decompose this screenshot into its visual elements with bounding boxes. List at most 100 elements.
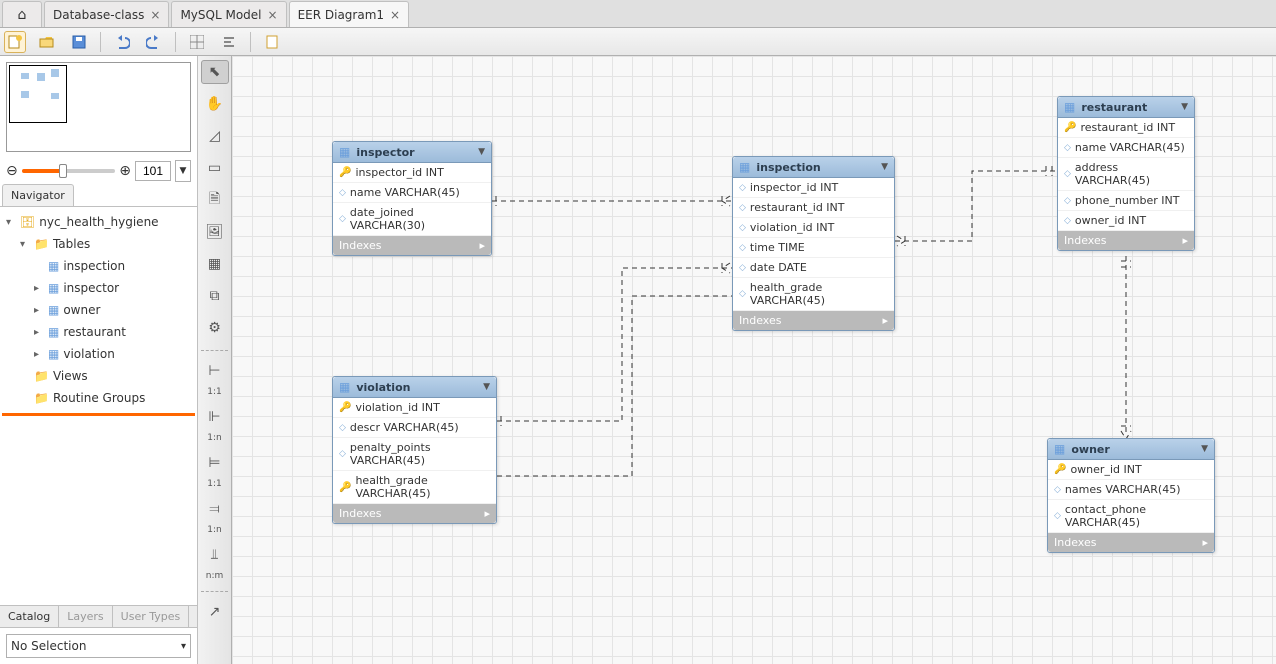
minimap[interactable] xyxy=(6,62,191,152)
rel-11-id-tool[interactable]: ⊨ xyxy=(201,451,229,475)
navigator-tab[interactable]: Navigator xyxy=(2,184,74,206)
table-node-owner[interactable]: ▸ ▦ owner xyxy=(2,299,195,321)
schema-tree[interactable]: ▾ 🗄 nyc_health_hygiene ▾ 📁 Tables ▦ insp… xyxy=(0,207,197,605)
entity-column[interactable]: ◇descr VARCHAR(45) xyxy=(333,418,496,438)
entity-restaurant[interactable]: ▦ restaurant ▼ 🔑restaurant_id INT ◇name … xyxy=(1057,96,1195,251)
entity-inspector[interactable]: ▦ inspector ▼ 🔑inspector_id INT ◇name VA… xyxy=(332,141,492,256)
table-node-inspector[interactable]: ▸ ▦ inspector xyxy=(2,277,195,299)
entity-header[interactable]: ▦ restaurant ▼ xyxy=(1058,97,1194,118)
entity-owner[interactable]: ▦ owner ▼ 🔑owner_id INT ◇names VARCHAR(4… xyxy=(1047,438,1215,553)
close-icon[interactable]: × xyxy=(268,8,278,22)
entity-column[interactable]: ◇time TIME xyxy=(733,238,894,258)
entity-column[interactable]: ◇names VARCHAR(45) xyxy=(1048,480,1214,500)
entity-column[interactable]: ◇date_joined VARCHAR(30) xyxy=(333,203,491,236)
diamond-icon: ◇ xyxy=(739,223,746,233)
entity-column[interactable]: 🔑health_grade VARCHAR(45) xyxy=(333,471,496,504)
entity-column[interactable]: ◇name VARCHAR(45) xyxy=(333,183,491,203)
close-icon[interactable]: × xyxy=(390,8,400,22)
table-tool[interactable]: ▦ xyxy=(201,252,229,276)
entity-header[interactable]: ▦ violation ▼ xyxy=(333,377,496,398)
table-node-violation[interactable]: ▸ ▦ violation xyxy=(2,343,195,365)
note-tool[interactable]: 🗎 xyxy=(201,188,229,212)
rel-1n-nonid-tool[interactable]: ⊩ xyxy=(201,405,229,429)
entity-footer[interactable]: Indexes▸ xyxy=(733,311,894,330)
table-node-restaurant[interactable]: ▸ ▦ restaurant xyxy=(2,321,195,343)
home-tab[interactable]: ⌂ xyxy=(2,1,42,27)
zoom-in-icon[interactable]: ⊕ xyxy=(119,163,131,179)
entity-column[interactable]: ◇penalty_points VARCHAR(45) xyxy=(333,438,496,471)
zoom-slider-thumb[interactable] xyxy=(59,164,67,178)
chevron-down-icon[interactable]: ▼ xyxy=(881,162,888,172)
entity-column[interactable]: ◇violation_id INT xyxy=(733,218,894,238)
rel-nm-tool[interactable]: ⫫ xyxy=(201,543,229,567)
selection-dropdown[interactable]: No Selection ▾ xyxy=(6,634,191,658)
entity-header[interactable]: ▦ owner ▼ xyxy=(1048,439,1214,460)
entity-header[interactable]: ▦ inspection ▼ xyxy=(733,157,894,178)
notes-button[interactable] xyxy=(261,31,283,53)
new-file-button[interactable] xyxy=(4,31,26,53)
hand-tool[interactable]: ✋ xyxy=(201,92,229,116)
entity-footer[interactable]: Indexes▸ xyxy=(333,504,496,523)
tab-eer-diagram[interactable]: EER Diagram1 × xyxy=(289,1,410,27)
entity-column[interactable]: 🔑owner_id INT xyxy=(1048,460,1214,480)
layers-tab[interactable]: Layers xyxy=(59,606,112,627)
view-tool[interactable]: ⧉ xyxy=(201,284,229,308)
entity-violation[interactable]: ▦ violation ▼ 🔑violation_id INT ◇descr V… xyxy=(332,376,497,524)
routine-tool[interactable]: ⚙ xyxy=(201,316,229,340)
layer-tool[interactable]: ▭ xyxy=(201,156,229,180)
zoom-input[interactable] xyxy=(135,161,171,181)
open-file-button[interactable] xyxy=(36,31,58,53)
entity-column[interactable]: ◇health_grade VARCHAR(45) xyxy=(733,278,894,311)
undo-button[interactable] xyxy=(111,31,133,53)
entity-column[interactable]: ◇phone_number INT xyxy=(1058,191,1194,211)
table-node-inspection[interactable]: ▦ inspection xyxy=(2,255,195,277)
relation-icon: ⊢ xyxy=(208,363,220,379)
diagram-canvas[interactable]: ▦ inspector ▼ 🔑inspector_id INT ◇name VA… xyxy=(232,56,1276,664)
chevron-down-icon[interactable]: ▼ xyxy=(1181,102,1188,112)
grid-button[interactable] xyxy=(186,31,208,53)
table-icon: ▦ xyxy=(1064,100,1075,114)
entity-column[interactable]: ◇owner_id INT xyxy=(1058,211,1194,231)
entity-column[interactable]: ◇date DATE xyxy=(733,258,894,278)
entity-inspection[interactable]: ▦ inspection ▼ ◇inspector_id INT ◇restau… xyxy=(732,156,895,331)
entity-column[interactable]: ◇restaurant_id INT xyxy=(733,198,894,218)
tables-folder[interactable]: ▾ 📁 Tables xyxy=(2,233,195,255)
entity-footer[interactable]: Indexes▸ xyxy=(333,236,491,255)
redo-button[interactable] xyxy=(143,31,165,53)
tab-mysql-model[interactable]: MySQL Model × xyxy=(171,1,286,27)
entity-footer[interactable]: Indexes▸ xyxy=(1048,533,1214,552)
entity-column[interactable]: 🔑restaurant_id INT xyxy=(1058,118,1194,138)
user-types-tab[interactable]: User Types xyxy=(113,606,190,627)
chevron-down-icon[interactable]: ▼ xyxy=(1201,444,1208,454)
entity-column[interactable]: ◇contact_phone VARCHAR(45) xyxy=(1048,500,1214,533)
entity-column[interactable]: 🔑inspector_id INT xyxy=(333,163,491,183)
entity-column[interactable]: ◇inspector_id INT xyxy=(733,178,894,198)
close-icon[interactable]: × xyxy=(150,8,160,22)
schema-node[interactable]: ▾ 🗄 nyc_health_hygiene xyxy=(2,211,195,233)
zoom-out-icon[interactable]: ⊖ xyxy=(6,163,18,179)
pointer-tool[interactable]: ⬉ xyxy=(201,60,229,84)
entity-column[interactable]: ◇name VARCHAR(45) xyxy=(1058,138,1194,158)
tab-database-class[interactable]: Database-class × xyxy=(44,1,169,27)
chevron-down-icon[interactable]: ▼ xyxy=(483,382,490,392)
rel-place-tool[interactable]: ↗ xyxy=(201,600,229,624)
diamond-icon: ◇ xyxy=(1054,485,1061,495)
views-folder[interactable]: 📁 Views xyxy=(2,365,195,387)
chevron-down-icon[interactable]: ▼ xyxy=(478,147,485,157)
entity-header[interactable]: ▦ inspector ▼ xyxy=(333,142,491,163)
entity-footer[interactable]: Indexes▸ xyxy=(1058,231,1194,250)
zoom-slider[interactable] xyxy=(22,169,116,173)
rel-11-nonid-tool[interactable]: ⊢ xyxy=(201,359,229,383)
catalog-tab[interactable]: Catalog xyxy=(0,606,59,627)
align-button[interactable] xyxy=(218,31,240,53)
save-button[interactable] xyxy=(68,31,90,53)
entity-column[interactable]: 🔑violation_id INT xyxy=(333,398,496,418)
eraser-tool[interactable]: ◿ xyxy=(201,124,229,148)
routines-folder[interactable]: 📁 Routine Groups xyxy=(2,387,195,409)
zoom-dropdown[interactable]: ▼ xyxy=(175,160,191,182)
table-name: restaurant xyxy=(63,325,126,339)
selection-area: No Selection ▾ xyxy=(0,628,197,664)
image-tool[interactable]: 🖼 xyxy=(201,220,229,244)
rel-1n-id-tool[interactable]: ⫤ xyxy=(201,497,229,521)
entity-column[interactable]: ◇address VARCHAR(45) xyxy=(1058,158,1194,191)
